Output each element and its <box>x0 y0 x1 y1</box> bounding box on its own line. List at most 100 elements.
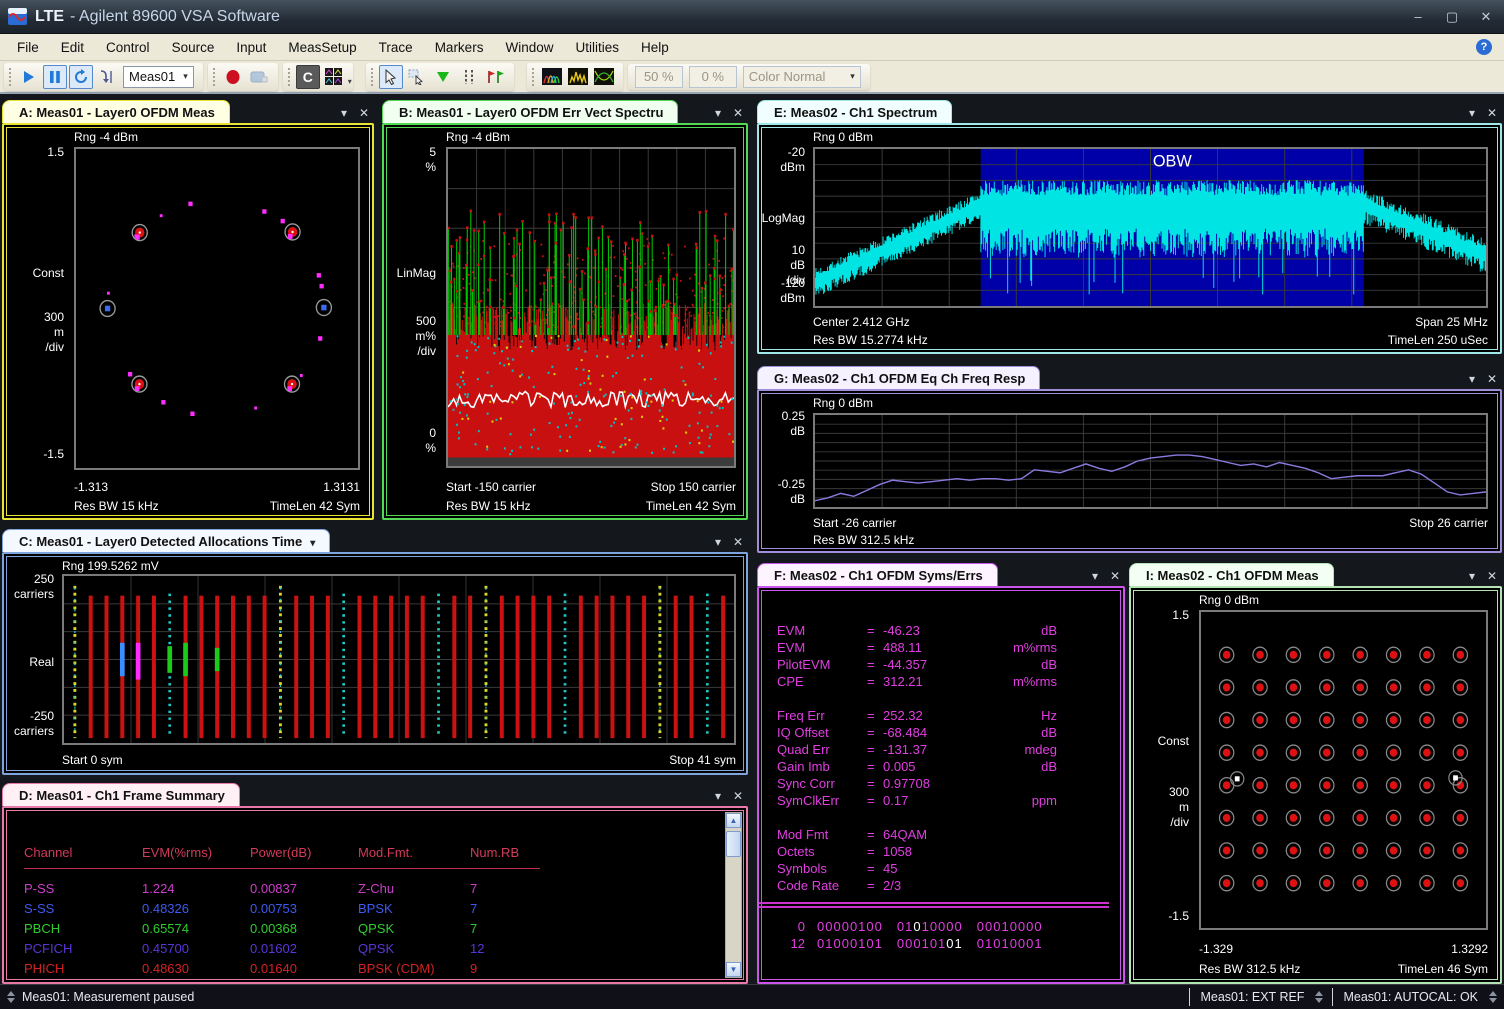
symbol-bits-row: 12010001010001010101010001 <box>759 935 1123 952</box>
panel-e-close-button[interactable]: ✕ <box>1482 106 1502 123</box>
y-axis-bottom-label: 0 % <box>384 426 436 456</box>
autocal-spinner[interactable] <box>1489 991 1497 1003</box>
app-icon <box>8 8 27 25</box>
panel-c-menu-button[interactable]: ▾ <box>708 535 728 552</box>
panel-f-close-button[interactable]: ✕ <box>1105 569 1125 586</box>
panel-d-header: D: Meas01 - Ch1 Frame Summary ▾ ✕ <box>2 780 748 806</box>
tab-panel-c[interactable]: C: Meas01 - Layer0 Detected Allocations … <box>2 529 330 552</box>
eye-diagram-button[interactable] <box>592 65 616 89</box>
table-cell: QPSK <box>358 919 470 939</box>
correction-button[interactable]: C <box>296 65 320 89</box>
tab-panel-f[interactable]: F: Meas02 - Ch1 OFDM Syms/Errs <box>757 563 998 586</box>
measurement-select-value: Meas01 <box>129 69 175 84</box>
tab-dropdown-icon[interactable]: ▾ <box>310 538 315 549</box>
zoom-tool-button[interactable] <box>405 65 429 89</box>
menu-meassetup[interactable]: MeasSetup <box>277 36 367 59</box>
y-scale-field[interactable]: 0 % <box>689 66 737 88</box>
menu-file[interactable]: File <box>6 36 50 59</box>
panel-f-header: F: Meas02 - Ch1 OFDM Syms/Errs ▾ ✕ <box>757 560 1125 586</box>
toolbar-grip[interactable] <box>212 67 216 87</box>
menu-input[interactable]: Input <box>225 36 277 59</box>
trace-layout-button[interactable]: ▾ <box>322 65 346 89</box>
single-acquire-button[interactable] <box>95 65 119 89</box>
measurement-row: Gain Imb=0.005dB <box>777 758 1123 775</box>
toolbar-grip[interactable] <box>8 67 12 87</box>
menu-window[interactable]: Window <box>494 36 564 59</box>
table-row[interactable]: P-SS1.2240.00837Z-Chu7 <box>24 879 540 899</box>
restart-loop-button[interactable] <box>69 65 93 89</box>
flag-markers-button[interactable] <box>483 65 507 89</box>
record-button[interactable] <box>221 65 245 89</box>
zoom-select-icon <box>408 69 425 85</box>
scrollbar-thumb[interactable] <box>726 831 741 857</box>
panel-b-close-button[interactable]: ✕ <box>728 106 748 123</box>
ext-ref-spinner[interactable] <box>1315 991 1323 1003</box>
toolbar-grip[interactable] <box>287 67 291 87</box>
status-message: Meas01: Measurement paused <box>22 990 194 1004</box>
panel-g-body: Rng 0 dBm 0.25 dB -0.25 dB Start -26 car… <box>757 389 1502 553</box>
marker-tool-button[interactable] <box>431 65 455 89</box>
menu-control[interactable]: Control <box>95 36 161 59</box>
vertical-scrollbar[interactable]: ▲ ▼ <box>725 812 742 978</box>
ext-ref-status: Meas01: EXT REF <box>1200 990 1304 1004</box>
panel-i-close-button[interactable]: ✕ <box>1482 569 1502 586</box>
play-button[interactable] <box>17 65 41 89</box>
measurement-select[interactable]: Meas01▾ <box>123 66 194 88</box>
panel-i-menu-button[interactable]: ▾ <box>1462 569 1482 586</box>
spectrum-display-button[interactable] <box>566 65 590 89</box>
toolbar: Meas01▾ C ▾ 50 % 0 % C <box>0 61 1504 94</box>
measurement-row: Symbols=45 <box>777 860 1123 877</box>
allocations-plot-c <box>62 574 736 745</box>
menu-utilities[interactable]: Utilities <box>564 36 630 59</box>
spectrogram-display-button[interactable] <box>540 65 564 89</box>
select-tool-button[interactable] <box>379 65 403 89</box>
table-row[interactable]: PBCH0.655740.00368QPSK7 <box>24 919 540 939</box>
close-button[interactable]: ✕ <box>1476 9 1496 25</box>
x-scale-field[interactable]: 50 % <box>635 66 683 88</box>
panel-b-header: B: Meas01 - Layer0 OFDM Err Vect Spectru… <box>382 97 748 123</box>
maximize-button[interactable]: ▢ <box>1442 9 1462 25</box>
scroll-down-button[interactable]: ▼ <box>726 962 741 977</box>
tab-panel-i[interactable]: I: Meas02 - Ch1 OFDM Meas <box>1129 563 1334 586</box>
toolbar-grip[interactable] <box>370 67 374 87</box>
table-row[interactable]: PHICH0.486300.01640BPSK (CDM)9 <box>24 959 540 979</box>
panel-g-menu-button[interactable]: ▾ <box>1462 372 1482 389</box>
tab-panel-g[interactable]: G: Meas02 - Ch1 OFDM Eq Ch Freq Resp <box>757 366 1040 389</box>
table-row[interactable]: PCFICH0.457000.01602QPSK12 <box>24 939 540 959</box>
table-cell: 0.00837 <box>250 879 358 899</box>
eye-diagram-icon <box>594 68 614 85</box>
table-row[interactable]: S-SS0.483260.00753BPSK7 <box>24 899 540 919</box>
menu-markers[interactable]: Markers <box>424 36 495 59</box>
panel-f-body: EVM=-46.23dBEVM=488.11m%rmsPilotEVM=-44.… <box>757 586 1125 984</box>
tab-panel-a[interactable]: A: Meas01 - Layer0 OFDM Meas <box>2 100 230 123</box>
toolbar-grip[interactable] <box>531 67 535 87</box>
panel-c-close-button[interactable]: ✕ <box>728 535 748 552</box>
help-icon[interactable]: ? <box>1476 39 1492 55</box>
menu-trace[interactable]: Trace <box>368 36 424 59</box>
panel-d-menu-button[interactable]: ▾ <box>708 789 728 806</box>
panel-d-close-button[interactable]: ✕ <box>728 789 748 806</box>
panel-e-menu-button[interactable]: ▾ <box>1462 106 1482 123</box>
panel-g-close-button[interactable]: ✕ <box>1482 372 1502 389</box>
player-button[interactable] <box>247 65 271 89</box>
tab-panel-b[interactable]: B: Meas01 - Layer0 OFDM Err Vect Spectru <box>382 100 678 123</box>
menu-edit[interactable]: Edit <box>50 36 95 59</box>
minimize-button[interactable]: – <box>1408 9 1428 25</box>
tab-panel-d[interactable]: D: Meas01 - Ch1 Frame Summary <box>2 783 240 806</box>
panel-b-menu-button[interactable]: ▾ <box>708 106 728 123</box>
scroll-up-button[interactable]: ▲ <box>726 813 741 828</box>
measurement-row: Quad Err=-131.37mdeg <box>777 741 1123 758</box>
band-markers-button[interactable] <box>457 65 481 89</box>
pause-button[interactable] <box>43 65 67 89</box>
status-spinner[interactable] <box>7 991 15 1003</box>
panel-b: B: Meas01 - Layer0 OFDM Err Vect Spectru… <box>382 97 748 520</box>
panel-f-menu-button[interactable]: ▾ <box>1085 569 1105 586</box>
panel-a-close-button[interactable]: ✕ <box>354 106 374 123</box>
panel-a-menu-button[interactable]: ▾ <box>334 106 354 123</box>
measurement-row: EVM=488.11m%rms <box>777 639 1123 656</box>
menu-help[interactable]: Help <box>630 36 680 59</box>
menu-source[interactable]: Source <box>161 36 226 59</box>
color-mode-select[interactable]: Color Normal▾ <box>743 66 861 88</box>
spectrum-plot-e: OBW <box>813 147 1488 308</box>
tab-panel-e[interactable]: E: Meas02 - Ch1 Spectrum <box>757 100 952 123</box>
